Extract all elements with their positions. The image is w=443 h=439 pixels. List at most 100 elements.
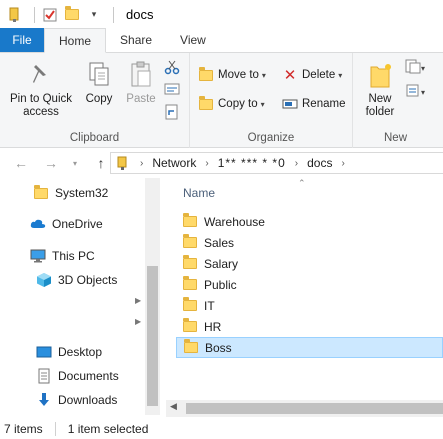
nav-item-downloads[interactable]: Downloads	[36, 389, 117, 411]
scrollbar-thumb[interactable]	[147, 266, 158, 406]
file-row-it[interactable]: IT	[176, 295, 443, 316]
quick-access-separator	[34, 6, 35, 23]
up-arrow-icon[interactable]: ↑	[90, 152, 112, 174]
tab-file[interactable]: File	[0, 28, 44, 52]
status-bar: 7 items 1 item selected	[0, 418, 443, 439]
file-name: Sales	[204, 235, 235, 250]
customize-quick-access-icon[interactable]: ▾	[85, 6, 103, 24]
scrollbar-thumb[interactable]	[186, 403, 443, 414]
rename-icon	[282, 96, 298, 112]
nav-item-documents[interactable]: Documents	[36, 365, 119, 387]
copy-to-button[interactable]: Copy to ▾	[198, 93, 265, 115]
svg-text:▾: ▾	[421, 88, 425, 97]
file-name: Public	[204, 277, 237, 292]
pin-to-quick-access-button[interactable]: Pin to Quick access	[4, 59, 78, 119]
nav-item-3d-objects[interactable]: 3D Objects	[36, 269, 117, 291]
navigation-row: ← → ▾ ↑ › Network › 1** *** * *0 › docs …	[0, 149, 443, 177]
paste-shortcut-icon[interactable]	[164, 104, 180, 123]
pin-icon	[25, 59, 57, 91]
recent-locations-chevron-icon[interactable]: ▾	[64, 152, 86, 174]
properties-icon[interactable]	[41, 6, 59, 24]
move-to-label: Move to	[218, 69, 259, 81]
breadcrumb-chevron-icon: ›	[205, 157, 209, 169]
new-group-label: New	[384, 132, 408, 144]
svg-text:▾: ▾	[421, 64, 425, 73]
paste-button[interactable]: Paste	[122, 59, 160, 106]
scroll-left-arrow-icon[interactable]: ◀	[170, 401, 177, 412]
nav-item-label: System32	[55, 186, 109, 200]
file-name: IT	[204, 298, 215, 313]
nav-item-system32[interactable]: System32	[33, 182, 108, 204]
window-title: docs	[126, 7, 154, 22]
copy-icon	[83, 59, 115, 91]
folder-icon	[182, 213, 198, 230]
tab-home[interactable]: Home	[44, 28, 107, 53]
navigation-pane-scrollbar[interactable]	[145, 178, 160, 415]
delete-label: Delete	[302, 69, 336, 81]
nav-item-label: Downloads	[58, 393, 118, 407]
tab-share[interactable]: Share	[106, 28, 166, 52]
file-name: Warehouse	[204, 214, 265, 229]
folder-icon	[182, 276, 198, 293]
new-folder-button[interactable]: New folder	[359, 59, 401, 119]
breadcrumb-chevron-icon: ›	[341, 157, 345, 169]
breadcrumb-chevron-icon: ›	[140, 157, 144, 169]
nav-item-this-pc[interactable]: This PC	[30, 245, 95, 267]
address-bar[interactable]: › Network › 1** *** * *0 › docs ›	[110, 152, 443, 174]
organize-group-label: Organize	[247, 132, 295, 144]
new-item-icon[interactable]: ▾	[405, 59, 427, 78]
folder-icon	[183, 339, 199, 356]
column-header-name[interactable]: Name	[183, 186, 215, 200]
tab-view[interactable]: View	[166, 28, 220, 52]
forward-arrow-icon[interactable]: →	[40, 152, 62, 174]
breadcrumb-network[interactable]: Network	[152, 156, 196, 170]
navigation-pane: System32 OneDrive This PC 3D Objects ▶ ▶…	[0, 178, 160, 418]
pin-label: Pin to Quick access	[10, 93, 72, 118]
nav-item-onedrive[interactable]: OneDrive	[30, 213, 103, 235]
nav-item-label: OneDrive	[52, 217, 103, 231]
nav-item-label: This PC	[52, 249, 95, 263]
3d-cube-icon	[36, 272, 52, 288]
file-row-salary[interactable]: Salary	[176, 253, 443, 274]
move-to-button[interactable]: Move to ▾	[198, 64, 266, 86]
new-folder-icon	[364, 59, 396, 91]
copy-button[interactable]: Copy	[82, 59, 116, 106]
easy-access-icon[interactable]: ▾	[405, 83, 427, 102]
selection-count: 1 item selected	[67, 421, 149, 436]
file-name: Boss	[205, 340, 232, 355]
file-row-boss[interactable]: Boss	[176, 337, 443, 358]
rename-button[interactable]: Rename	[282, 93, 345, 115]
clipboard-group: Pin to Quick access Copy Paste Clipboard	[0, 53, 190, 148]
cut-icon[interactable]	[164, 59, 180, 78]
new-folder-label: New folder	[365, 93, 395, 118]
copy-path-icon[interactable]	[164, 82, 180, 99]
folder-icon	[182, 297, 198, 314]
nav-item-label: 3D Objects	[58, 273, 118, 287]
folder-icon	[182, 255, 198, 272]
copy-to-caret-icon: ▾	[260, 99, 265, 109]
breadcrumb-docs[interactable]: docs	[307, 156, 332, 170]
folder-icon	[182, 234, 198, 251]
delete-button[interactable]: ✕ Delete ▾	[282, 64, 343, 86]
status-separator	[54, 421, 56, 436]
clipboard-group-label: Clipboard	[69, 132, 120, 144]
file-name: HR	[204, 319, 222, 334]
expand-chevron-icon[interactable]: ▶	[135, 317, 141, 326]
back-arrow-icon[interactable]: ←	[10, 152, 32, 174]
item-count: 7 items	[4, 421, 43, 436]
folder-icon	[182, 318, 198, 335]
explorer-app-icon[interactable]	[6, 6, 24, 24]
copy-to-label: Copy to	[218, 98, 258, 110]
file-row-sales[interactable]: Sales	[176, 232, 443, 253]
expand-chevron-icon[interactable]: ▶	[135, 296, 141, 305]
new-folder-quick-icon[interactable]	[63, 6, 81, 24]
file-row-public[interactable]: Public	[176, 274, 443, 295]
move-to-caret-icon: ▾	[261, 70, 266, 80]
file-row-hr[interactable]: HR	[176, 316, 443, 337]
nav-item-desktop[interactable]: Desktop	[36, 341, 102, 363]
breadcrumb-host[interactable]: 1** *** * *0	[218, 156, 286, 170]
file-row-warehouse[interactable]: Warehouse	[176, 211, 443, 232]
copy-label: Copy	[85, 93, 113, 105]
file-list-horizontal-scrollbar[interactable]: ◀	[166, 400, 443, 417]
organize-group: Move to ▾ Copy to ▾ ✕ Delete ▾ Rename Or…	[190, 53, 353, 148]
